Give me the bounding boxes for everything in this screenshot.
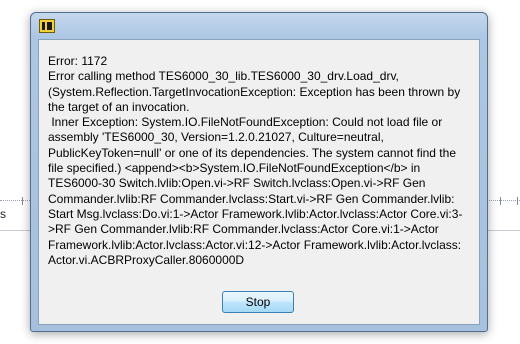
labview-glyph <box>42 22 52 30</box>
background-tick <box>500 197 501 205</box>
stop-button[interactable]: Stop <box>222 291 294 313</box>
background-tick <box>517 197 518 205</box>
background-tick <box>22 197 23 205</box>
labview-icon <box>39 19 55 33</box>
dialog-client-area: Error: 1172 Error calling method TES6000… <box>38 39 480 325</box>
background-partial-label: s <box>0 207 6 221</box>
error-message: Error: 1172 Error calling method TES6000… <box>48 54 463 267</box>
dialog-titlebar[interactable] <box>31 13 487 39</box>
error-dialog: Error: 1172 Error calling method TES6000… <box>30 12 488 332</box>
